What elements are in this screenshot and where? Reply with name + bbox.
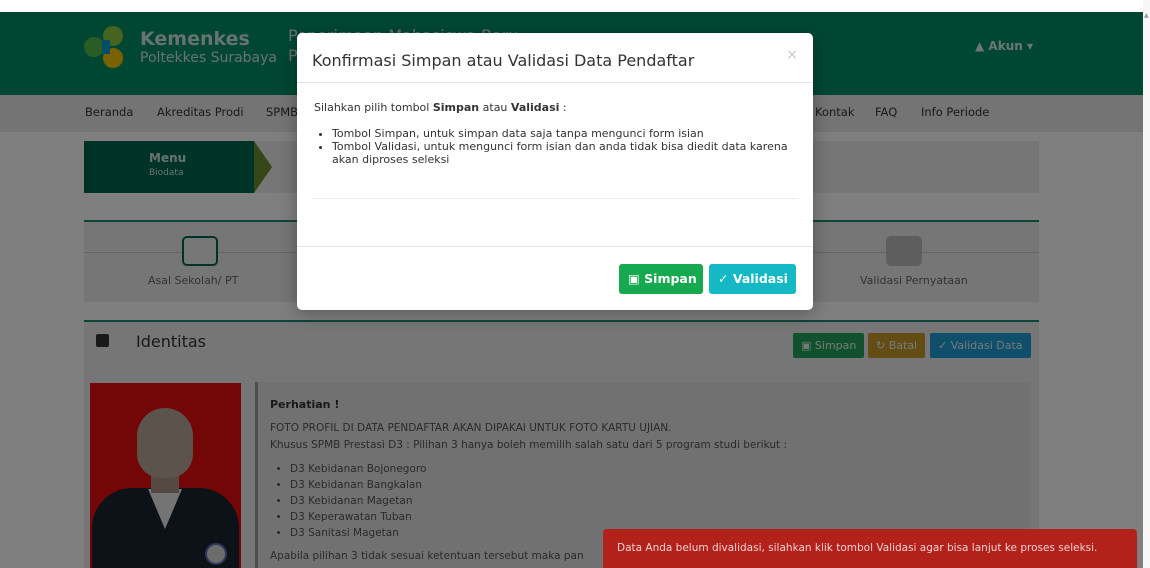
toast-message: Data Anda belum divalidasi, silahkan kli… <box>617 542 1098 554</box>
modal-prompt: Silahkan pilih tombol Simpan atau Valida… <box>314 101 567 114</box>
modal-bullet-simpan: Tombol Simpan, untuk simpan data saja ta… <box>332 127 799 140</box>
modal-body: Silahkan pilih tombol Simpan atau Valida… <box>314 101 799 166</box>
modal-save-label: Simpan <box>644 271 697 286</box>
top-cut-banner <box>0 0 1150 12</box>
modal-validate-label: Validasi <box>732 271 788 286</box>
modal-save-button[interactable]: ▣ Simpan <box>619 264 703 294</box>
scroll-up-icon[interactable]: ▲ <box>1144 12 1149 19</box>
modal-bullets: Tombol Simpan, untuk simpan data saja ta… <box>314 127 799 166</box>
modal-bullet-validasi: Tombol Validasi, untuk mengunci form isi… <box>332 140 799 166</box>
close-icon[interactable]: × <box>786 47 798 63</box>
page-scrollbar[interactable] <box>1143 0 1150 568</box>
error-toast[interactable]: Data Anda belum divalidasi, silahkan kli… <box>603 529 1137 568</box>
modal-validate-button[interactable]: ✓ Validasi <box>709 264 796 294</box>
confirm-modal: Konfirmasi Simpan atau Validasi Data Pen… <box>297 33 813 310</box>
check-icon: ✓ <box>718 271 729 286</box>
modal-title: Konfirmasi Simpan atau Validasi Data Pen… <box>312 51 695 70</box>
floppy-icon: ▣ <box>628 271 640 286</box>
